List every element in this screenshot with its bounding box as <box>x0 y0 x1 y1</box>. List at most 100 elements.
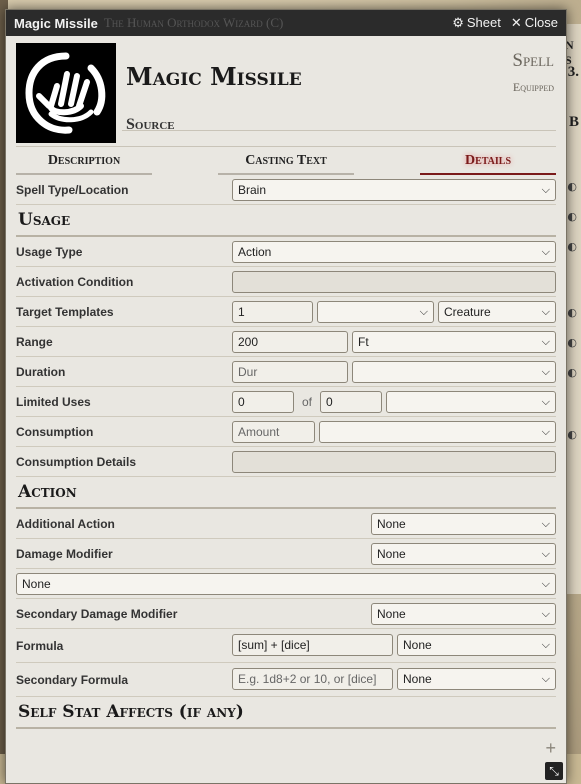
item-type: Spell Equipped <box>512 50 554 95</box>
window-subtitle: The Human Orthodox Wizard (C) <box>103 15 284 30</box>
field-label: Range <box>16 334 53 349</box>
damage-modifier-full-select[interactable]: None ⌵ <box>16 573 556 595</box>
eye-icon: ◐ <box>567 240 577 253</box>
field-label: Duration <box>16 364 66 379</box>
target-templates-row: Target Templates 1 ⌵ Creature ⌵ <box>16 297 556 327</box>
chevron-down-icon: ⌵ <box>541 335 550 348</box>
consumption-details-input[interactable] <box>232 451 556 473</box>
chevron-down-icon: ⌵ <box>541 245 550 258</box>
usage-type-row: Usage Type Action ⌵ <box>16 237 556 267</box>
range-input[interactable]: 200 <box>232 331 348 353</box>
duration-input[interactable]: Dur <box>232 361 348 383</box>
background-text: 3. <box>567 64 579 80</box>
select-value: None <box>403 638 432 652</box>
item-header: Magic Missile Spell Equipped Source <box>16 36 556 147</box>
tab-details[interactable]: Details <box>420 153 556 175</box>
damage-modifier-row: Damage Modifier None ⌵ <box>16 539 556 569</box>
select-value: Ft <box>358 335 369 349</box>
secondary-damage-modifier-row: Secondary Damage Modifier None ⌵ <box>16 599 556 629</box>
chevron-down-icon: ⌵ <box>541 607 550 620</box>
activation-condition-input[interactable] <box>232 271 556 293</box>
select-value: None <box>377 517 406 531</box>
secondary-formula-row: Secondary Formula E.g. 1d8+2 or 10, or [… <box>16 663 556 697</box>
chevron-down-icon: ⌵ <box>419 305 428 318</box>
duration-unit-select[interactable]: ⌵ <box>352 361 556 383</box>
chevron-down-icon: ⌵ <box>541 577 550 590</box>
damage-modifier-select[interactable]: None ⌵ <box>371 543 556 565</box>
spell-image[interactable] <box>16 43 116 143</box>
target-type-select[interactable]: Creature ⌵ <box>438 301 556 323</box>
chevron-down-icon: ⌵ <box>541 517 550 530</box>
select-value: None <box>377 547 406 561</box>
window-header[interactable]: Magic Missile The Human Orthodox Wizard … <box>6 10 566 36</box>
item-type-label: Spell <box>512 50 554 71</box>
chevron-down-icon: ⌵ <box>541 365 550 378</box>
eye-icon: ◐ <box>567 180 577 193</box>
section-usage: Usage <box>16 205 556 237</box>
chevron-down-icon: ⌵ <box>541 305 550 318</box>
range-unit-select[interactable]: Ft ⌵ <box>352 331 556 353</box>
field-label: Spell Type/Location <box>16 182 129 197</box>
chevron-down-icon: ⌵ <box>541 183 550 196</box>
close-button[interactable]: ✕ Close <box>511 15 558 31</box>
spell-type-select[interactable]: Brain ⌵ <box>232 179 556 201</box>
additional-action-select[interactable]: None ⌵ <box>371 513 556 535</box>
item-name[interactable]: Magic Missile <box>126 62 302 91</box>
formula-row: Formula [sum] + [dice] None ⌵ <box>16 629 556 663</box>
item-status: Equipped <box>512 80 554 94</box>
hand-icon <box>25 52 106 134</box>
close-label: Close <box>524 15 558 30</box>
target-template-select[interactable]: ⌵ <box>317 301 434 323</box>
uses-period-select[interactable]: ⌵ <box>386 391 556 413</box>
damage-modifier-full-row: None ⌵ <box>16 569 556 599</box>
item-source[interactable]: Source <box>126 116 175 134</box>
field-label: Additional Action <box>16 516 115 531</box>
eye-icon: ◐ <box>567 366 577 379</box>
eye-icon: ◐ <box>567 336 577 349</box>
select-value: Action <box>238 245 272 259</box>
sheet-label: Sheet <box>466 15 501 30</box>
of-label: of <box>302 395 313 409</box>
usage-type-select[interactable]: Action ⌵ <box>232 241 556 263</box>
resize-handle-icon[interactable]: ⤡ <box>545 762 563 780</box>
field-label: Secondary Formula <box>16 672 129 687</box>
activation-row: Activation Condition <box>16 267 556 297</box>
uses-max-input[interactable]: 0 <box>320 391 383 413</box>
tab-description[interactable]: Description <box>16 153 152 175</box>
field-label: Target Templates <box>16 304 114 319</box>
target-count-input[interactable]: 1 <box>232 301 313 323</box>
additional-action-row: Additional Action None ⌵ <box>16 509 556 539</box>
consumption-target-select[interactable]: ⌵ <box>319 421 556 443</box>
tab-casting-text[interactable]: Casting Text <box>218 153 354 175</box>
consumption-details-row: Consumption Details <box>16 447 556 477</box>
tab-bar: Description Casting Text Details <box>16 153 556 175</box>
uses-value-input[interactable]: 0 <box>232 391 294 413</box>
formula-input[interactable]: [sum] + [dice] <box>232 634 393 656</box>
close-icon: ✕ <box>510 15 522 30</box>
select-value: Creature <box>444 305 491 319</box>
consumption-row: Consumption Amount ⌵ <box>16 417 556 447</box>
field-label: Formula <box>16 638 64 653</box>
add-icon[interactable]: + <box>545 738 556 759</box>
consumption-amount-input[interactable]: Amount <box>232 421 315 443</box>
sheet-button[interactable]: ⚙ Sheet <box>452 15 501 31</box>
select-value: None <box>22 577 51 591</box>
gear-icon: ⚙ <box>452 15 464 30</box>
formula-type-select[interactable]: None ⌵ <box>397 634 556 656</box>
secondary-damage-modifier-select[interactable]: None ⌵ <box>371 603 556 625</box>
field-label: Damage Modifier <box>16 546 113 561</box>
chevron-down-icon: ⌵ <box>541 672 550 685</box>
item-sheet-window: Magic Missile The Human Orthodox Wizard … <box>5 9 567 784</box>
eye-icon: ◐ <box>567 428 577 441</box>
field-label: Usage Type <box>16 244 83 259</box>
eye-icon: ◐ <box>567 210 577 223</box>
field-label: Consumption Details <box>16 454 137 469</box>
divider <box>122 130 556 131</box>
field-label: Secondary Damage Modifier <box>16 606 178 621</box>
background-text: B <box>568 114 579 130</box>
secondary-formula-type-select[interactable]: None ⌵ <box>397 668 556 690</box>
field-label: Consumption <box>16 424 94 439</box>
secondary-formula-input[interactable]: E.g. 1d8+2 or 10, or [dice] <box>232 668 393 690</box>
chevron-down-icon: ⌵ <box>541 425 550 438</box>
duration-row: Duration Dur ⌵ <box>16 357 556 387</box>
